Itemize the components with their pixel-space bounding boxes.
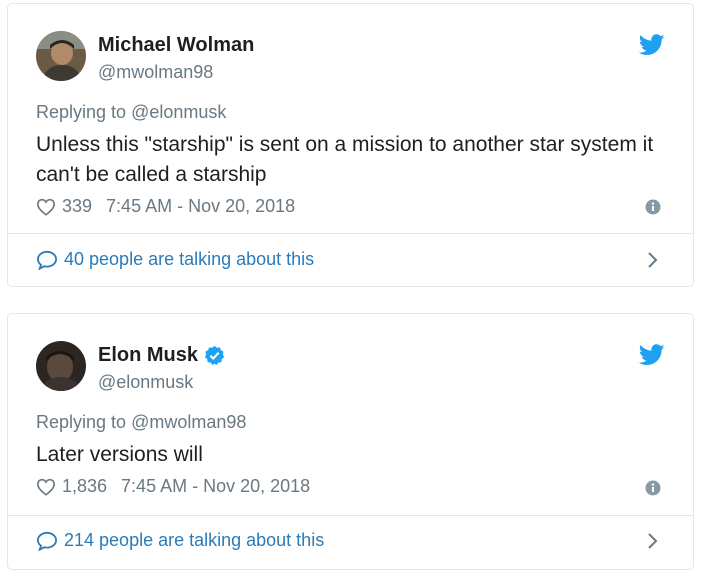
tweet-text: Later versions will [36, 443, 203, 466]
conversation-count[interactable]: 214 people are talking about this [64, 530, 324, 551]
like-count[interactable]: 1,836 [62, 476, 107, 497]
twitter-bird-icon[interactable] [639, 344, 665, 366]
like-count[interactable]: 339 [62, 196, 92, 217]
replying-to: Replying to @mwolman98 [36, 412, 247, 432]
verified-badge-icon [204, 345, 225, 365]
avatar[interactable] [36, 341, 86, 391]
timestamp[interactable]: 7:45 AM - Nov 20, 2018 [121, 476, 310, 497]
timestamp[interactable]: 7:45 AM - Nov 20, 2018 [106, 196, 295, 217]
divider [8, 233, 693, 234]
divider [8, 515, 693, 516]
replying-to-link[interactable]: @mwolman98 [131, 412, 246, 432]
author-name[interactable]: Michael Wolman [98, 34, 254, 57]
speech-bubble-icon [36, 531, 58, 551]
heart-icon[interactable] [36, 198, 56, 216]
author-handle[interactable]: @mwolman98 [98, 62, 213, 83]
tweet-card: Elon Musk @elonmusk Replying to @mwolman… [7, 313, 694, 570]
conversation-link[interactable]: 40 people are talking about this [36, 249, 314, 270]
tweet-card: Michael Wolman @mwolman98 Replying to @e… [7, 3, 694, 287]
author-handle[interactable]: @elonmusk [98, 372, 193, 393]
chevron-right-icon[interactable] [647, 532, 659, 550]
twitter-bird-icon[interactable] [639, 34, 665, 56]
replying-to-link[interactable]: @elonmusk [131, 102, 226, 122]
conversation-count[interactable]: 40 people are talking about this [64, 249, 314, 270]
author-name[interactable]: Elon Musk [98, 344, 198, 367]
conversation-link[interactable]: 214 people are talking about this [36, 530, 324, 551]
replying-to: Replying to @elonmusk [36, 102, 227, 122]
avatar[interactable] [36, 31, 86, 81]
info-icon[interactable] [645, 480, 661, 496]
chevron-right-icon[interactable] [647, 251, 659, 269]
speech-bubble-icon [36, 250, 58, 270]
info-icon[interactable] [645, 199, 661, 215]
heart-icon[interactable] [36, 478, 56, 496]
tweet-text: Unless this "starship" is sent on a miss… [36, 133, 654, 186]
